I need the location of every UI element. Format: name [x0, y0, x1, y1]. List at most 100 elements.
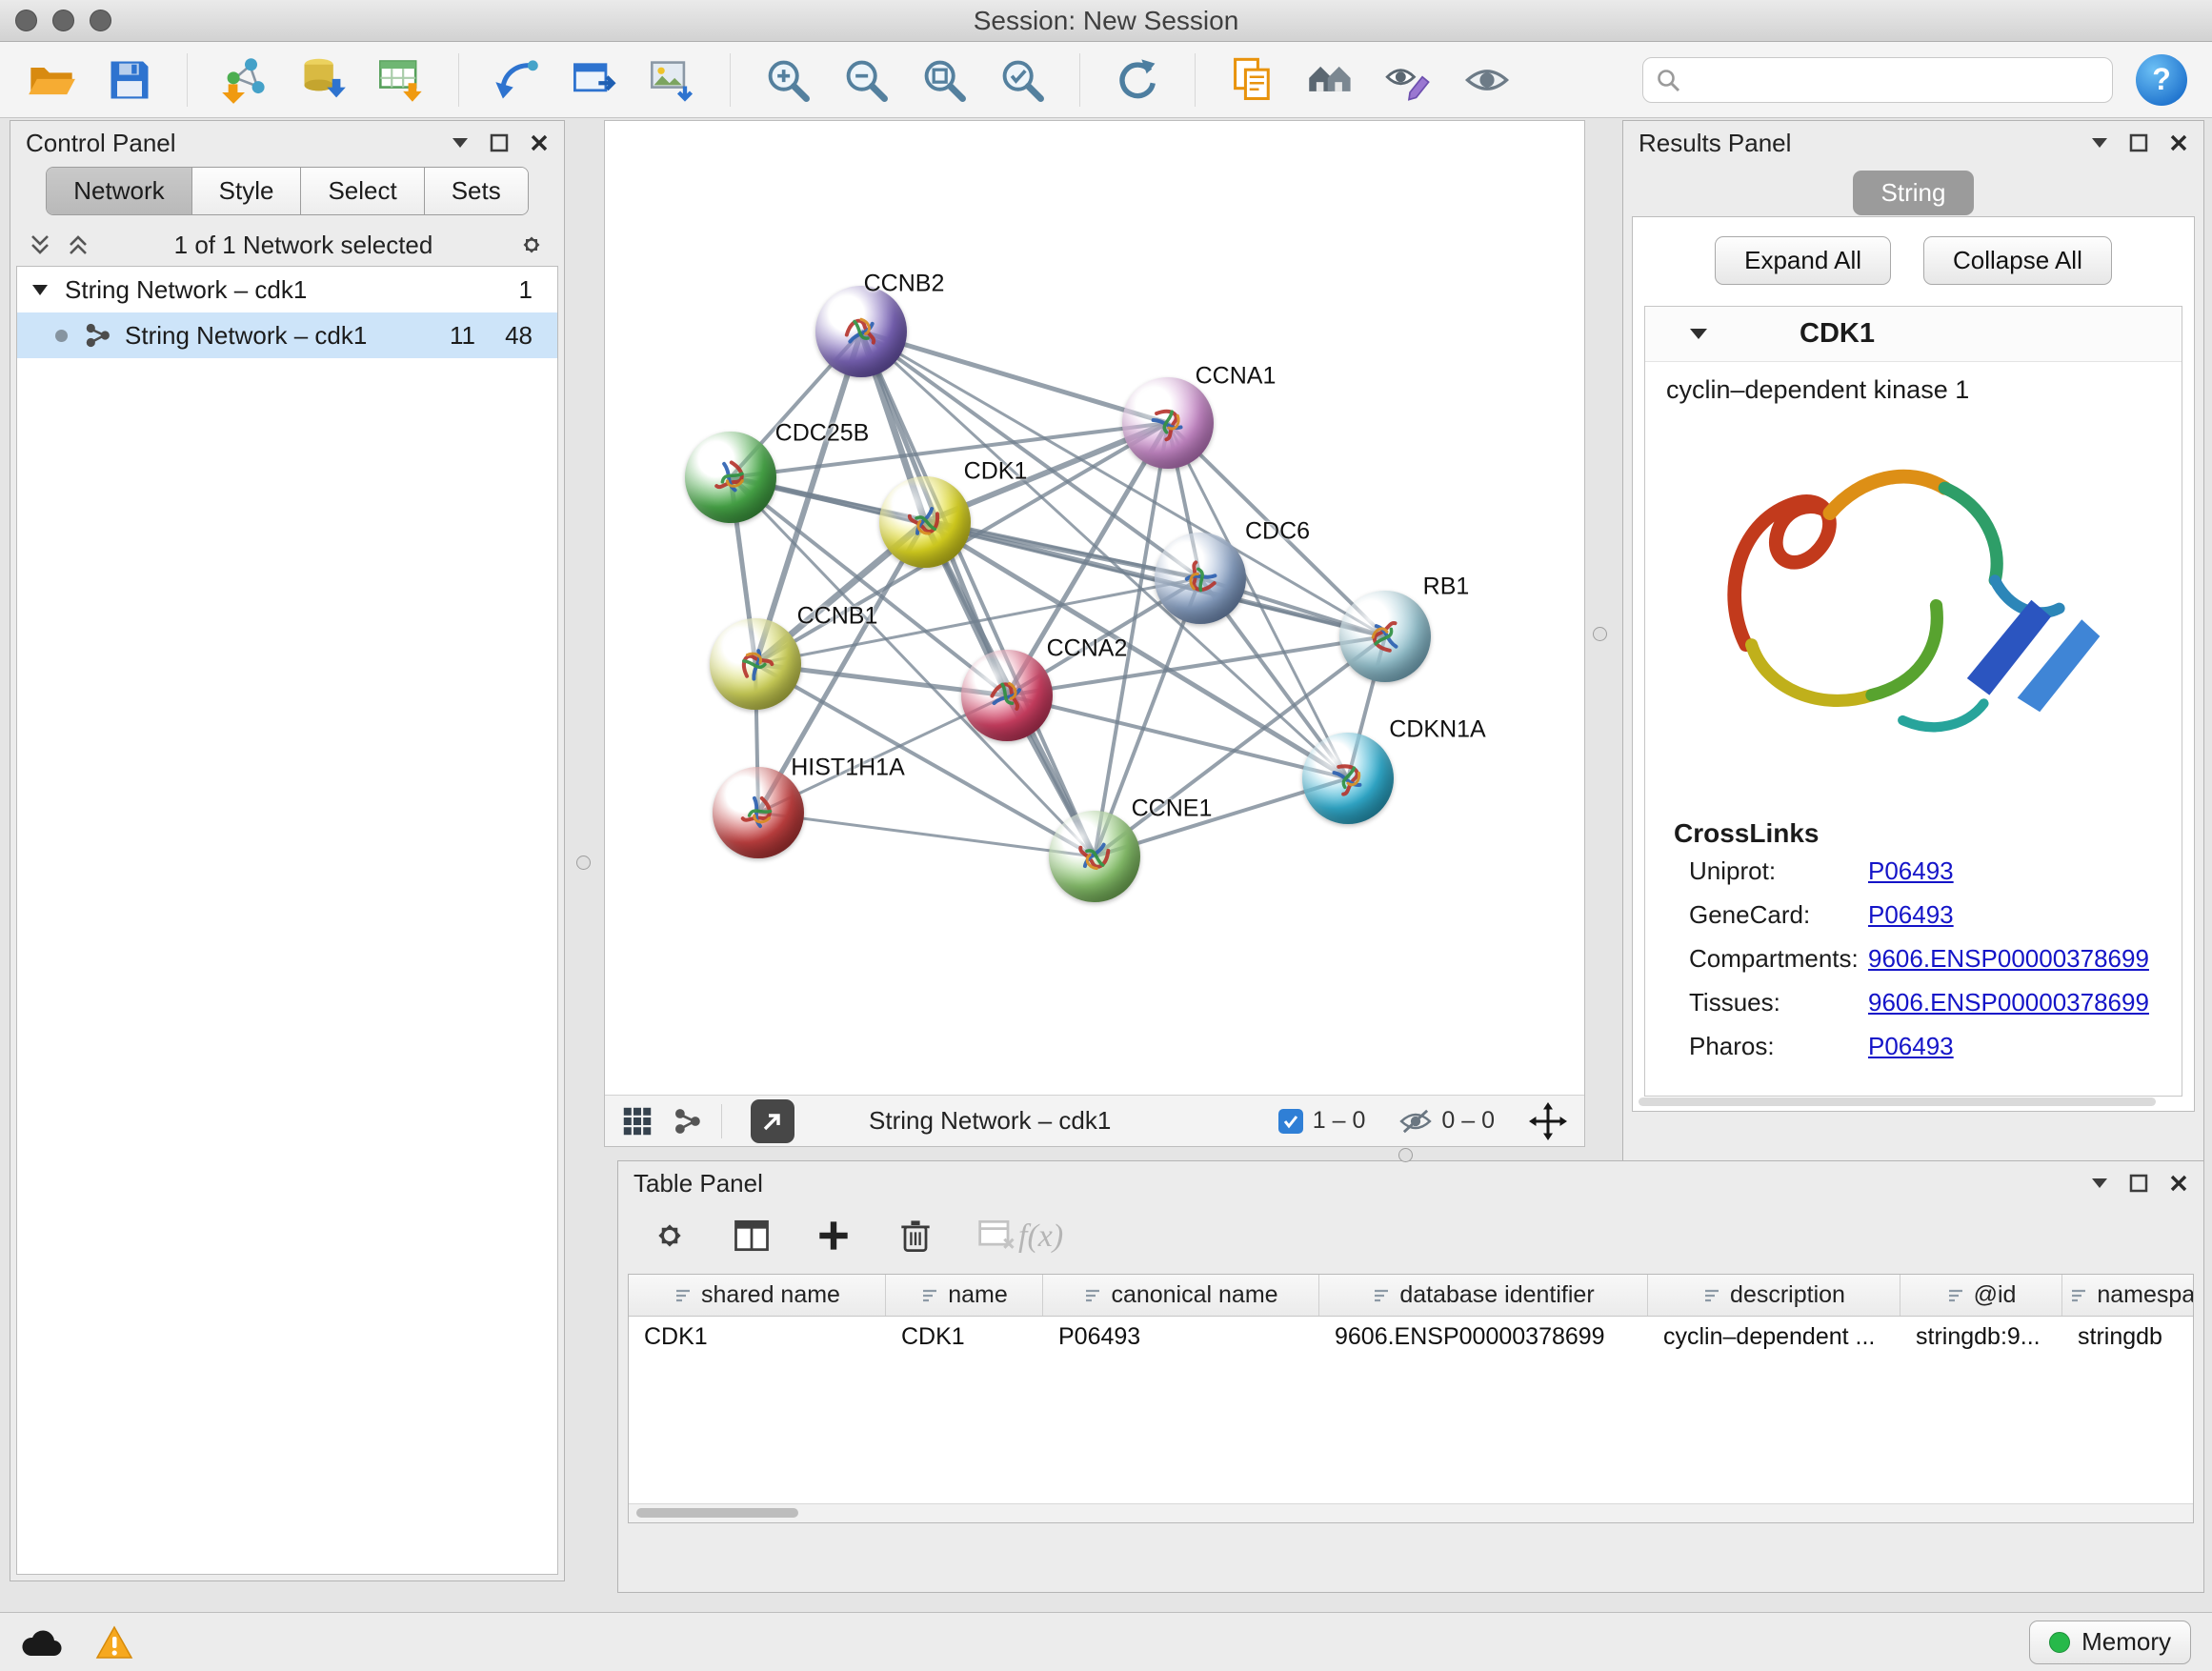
- panel-close-icon[interactable]: [2169, 1174, 2188, 1193]
- column-header-database-identifier[interactable]: database identifier: [1319, 1275, 1648, 1316]
- hidden-eye-slash-icon[interactable]: [1399, 1108, 1432, 1135]
- clear-table-button[interactable]: [975, 1213, 1020, 1258]
- node-label-CDC25B: CDC25B: [775, 420, 870, 448]
- right-splitter-handle[interactable]: [1593, 627, 1607, 641]
- panel-close-icon[interactable]: [2169, 133, 2188, 152]
- column-header-label: database identifier: [1399, 1281, 1594, 1309]
- search-input[interactable]: [1642, 57, 2113, 103]
- open-in-new-window-button[interactable]: [751, 1099, 794, 1143]
- column-header-shared-name[interactable]: shared name: [629, 1275, 886, 1316]
- column-header-description[interactable]: description: [1648, 1275, 1900, 1316]
- show-hide-graphics-button[interactable]: [1460, 53, 1514, 107]
- node-RB1[interactable]: [1339, 591, 1431, 682]
- network-view[interactable]: CCNB2CCNA1CDC25BCDK1CDC6RB1CCNB1CCNA2CDK…: [604, 120, 1585, 1147]
- protein-section-header[interactable]: CDK1: [1645, 307, 2182, 362]
- node-CDKN1A[interactable]: [1302, 733, 1394, 824]
- table-horizontal-scrollbar[interactable]: [629, 1503, 2193, 1522]
- node-CCNB2[interactable]: [815, 286, 907, 377]
- open-session-button[interactable]: [25, 53, 78, 107]
- collapse-all-button[interactable]: Collapse All: [1923, 236, 2112, 285]
- crosslink-value[interactable]: P06493: [1868, 1032, 1954, 1061]
- column-header-canonical-name[interactable]: canonical name: [1043, 1275, 1319, 1316]
- crosslink-value[interactable]: P06493: [1868, 856, 1954, 886]
- expand-all-button[interactable]: Expand All: [1715, 236, 1891, 285]
- bottom-splitter-handle[interactable]: [1398, 1148, 1413, 1162]
- table-row[interactable]: CDK1CDK1P064939606.ENSP00000378699cyclin…: [629, 1317, 2193, 1357]
- create-column-button[interactable]: [811, 1213, 856, 1258]
- panel-menu-caret-icon[interactable]: [2091, 137, 2108, 149]
- network-options-gear-icon[interactable]: [516, 230, 547, 260]
- column-header-namespac[interactable]: namespac: [2062, 1275, 2194, 1316]
- zoom-out-button[interactable]: [839, 53, 893, 107]
- collapse-all-icon[interactable]: [28, 232, 52, 257]
- tree-expand-caret-icon[interactable]: [32, 285, 48, 295]
- control-panel: Control Panel NetworkStyleSelectSets 1 o…: [10, 120, 565, 1581]
- crosslink-value[interactable]: P06493: [1868, 900, 1954, 930]
- node-CDC6[interactable]: [1155, 533, 1246, 624]
- crosslinks-list: Uniprot:P06493GeneCard:P06493Compartment…: [1645, 849, 2182, 1068]
- crosslink-value[interactable]: 9606.ENSP00000378699: [1868, 944, 2149, 974]
- results-scrollbar[interactable]: [1639, 1097, 2156, 1106]
- panel-float-icon[interactable]: [2129, 133, 2148, 152]
- scrollbar-thumb[interactable]: [636, 1508, 798, 1518]
- node-CCNA1[interactable]: [1122, 377, 1214, 469]
- expand-all-icon[interactable]: [66, 232, 90, 257]
- tab-select[interactable]: Select: [300, 168, 423, 214]
- panel-menu-caret-icon[interactable]: [2091, 1178, 2108, 1189]
- left-splitter-handle[interactable]: [576, 856, 591, 870]
- export-table-button[interactable]: [568, 53, 621, 107]
- function-builder-button[interactable]: f(x): [1018, 1218, 1063, 1255]
- zoom-selected-button[interactable]: [995, 53, 1049, 107]
- network-canvas[interactable]: CCNB2CCNA1CDC25BCDK1CDC6RB1CCNB1CCNA2CDK…: [605, 121, 1584, 1095]
- string-home-button[interactable]: [1304, 53, 1357, 107]
- panel-float-icon[interactable]: [2129, 1174, 2148, 1193]
- tab-style[interactable]: Style: [191, 168, 301, 214]
- export-image-button[interactable]: [646, 53, 699, 107]
- protein-section-caret-icon[interactable]: [1689, 328, 1708, 340]
- refresh-layout-button[interactable]: [1111, 53, 1164, 107]
- selected-checkbox-icon[interactable]: [1278, 1109, 1303, 1134]
- node-CCNA2[interactable]: [961, 650, 1053, 741]
- zoom-in-button[interactable]: [761, 53, 814, 107]
- tab-sets[interactable]: Sets: [424, 168, 528, 214]
- import-network-from-database-button[interactable]: [296, 53, 350, 107]
- help-button[interactable]: ?: [2136, 54, 2187, 106]
- table-cell: 9606.ENSP00000378699: [1319, 1323, 1648, 1351]
- import-network-from-file-button[interactable]: [218, 53, 271, 107]
- cloud-icon[interactable]: [21, 1627, 63, 1658]
- toggle-enhanced-labels-button[interactable]: [1382, 53, 1436, 107]
- column-header-name[interactable]: name: [886, 1275, 1043, 1316]
- node-CCNE1[interactable]: [1049, 811, 1140, 902]
- table-options-gear-button[interactable]: [647, 1213, 693, 1258]
- column-header-label: namespac: [2097, 1281, 2194, 1309]
- tab-string[interactable]: String: [1853, 171, 1975, 215]
- node-CDK1[interactable]: [879, 476, 971, 568]
- network-view-share-icon[interactable]: [672, 1106, 702, 1137]
- grid-view-icon[interactable]: [622, 1106, 653, 1137]
- delete-columns-button[interactable]: [893, 1213, 938, 1258]
- panel-float-icon[interactable]: [490, 133, 509, 152]
- column-header-label: shared name: [701, 1281, 840, 1309]
- copy-snapshot-button[interactable]: [1226, 53, 1279, 107]
- fit-content-crosshair-icon[interactable]: [1529, 1102, 1567, 1140]
- protein-structure-thumb: [1163, 541, 1237, 614]
- crosslink-value[interactable]: 9606.ENSP00000378699: [1868, 988, 2149, 1017]
- import-table-from-file-button[interactable]: [374, 53, 428, 107]
- new-network-from-selection-button[interactable]: [490, 53, 543, 107]
- node-CDC25B[interactable]: [685, 432, 776, 523]
- show-columns-button[interactable]: [729, 1213, 774, 1258]
- tab-network[interactable]: Network: [47, 168, 191, 214]
- network-collection-row[interactable]: String Network – cdk1 1: [17, 267, 557, 312]
- network-row-selected[interactable]: String Network – cdk1 11 48: [17, 312, 557, 358]
- panel-menu-caret-icon[interactable]: [452, 137, 469, 149]
- warning-icon[interactable]: [95, 1625, 133, 1660]
- network-node-count: 11: [450, 321, 475, 351]
- column-header--id[interactable]: @id: [1900, 1275, 2062, 1316]
- panel-close-icon[interactable]: [530, 133, 549, 152]
- table-header-row: shared name namecanonical name database id…: [629, 1275, 2193, 1317]
- memory-button[interactable]: Memory: [2029, 1621, 2191, 1664]
- zoom-fit-button[interactable]: [917, 53, 971, 107]
- save-session-button[interactable]: [103, 53, 156, 107]
- control-panel-tabs: NetworkStyleSelectSets: [46, 167, 528, 215]
- node-CCNB1[interactable]: [710, 618, 801, 710]
